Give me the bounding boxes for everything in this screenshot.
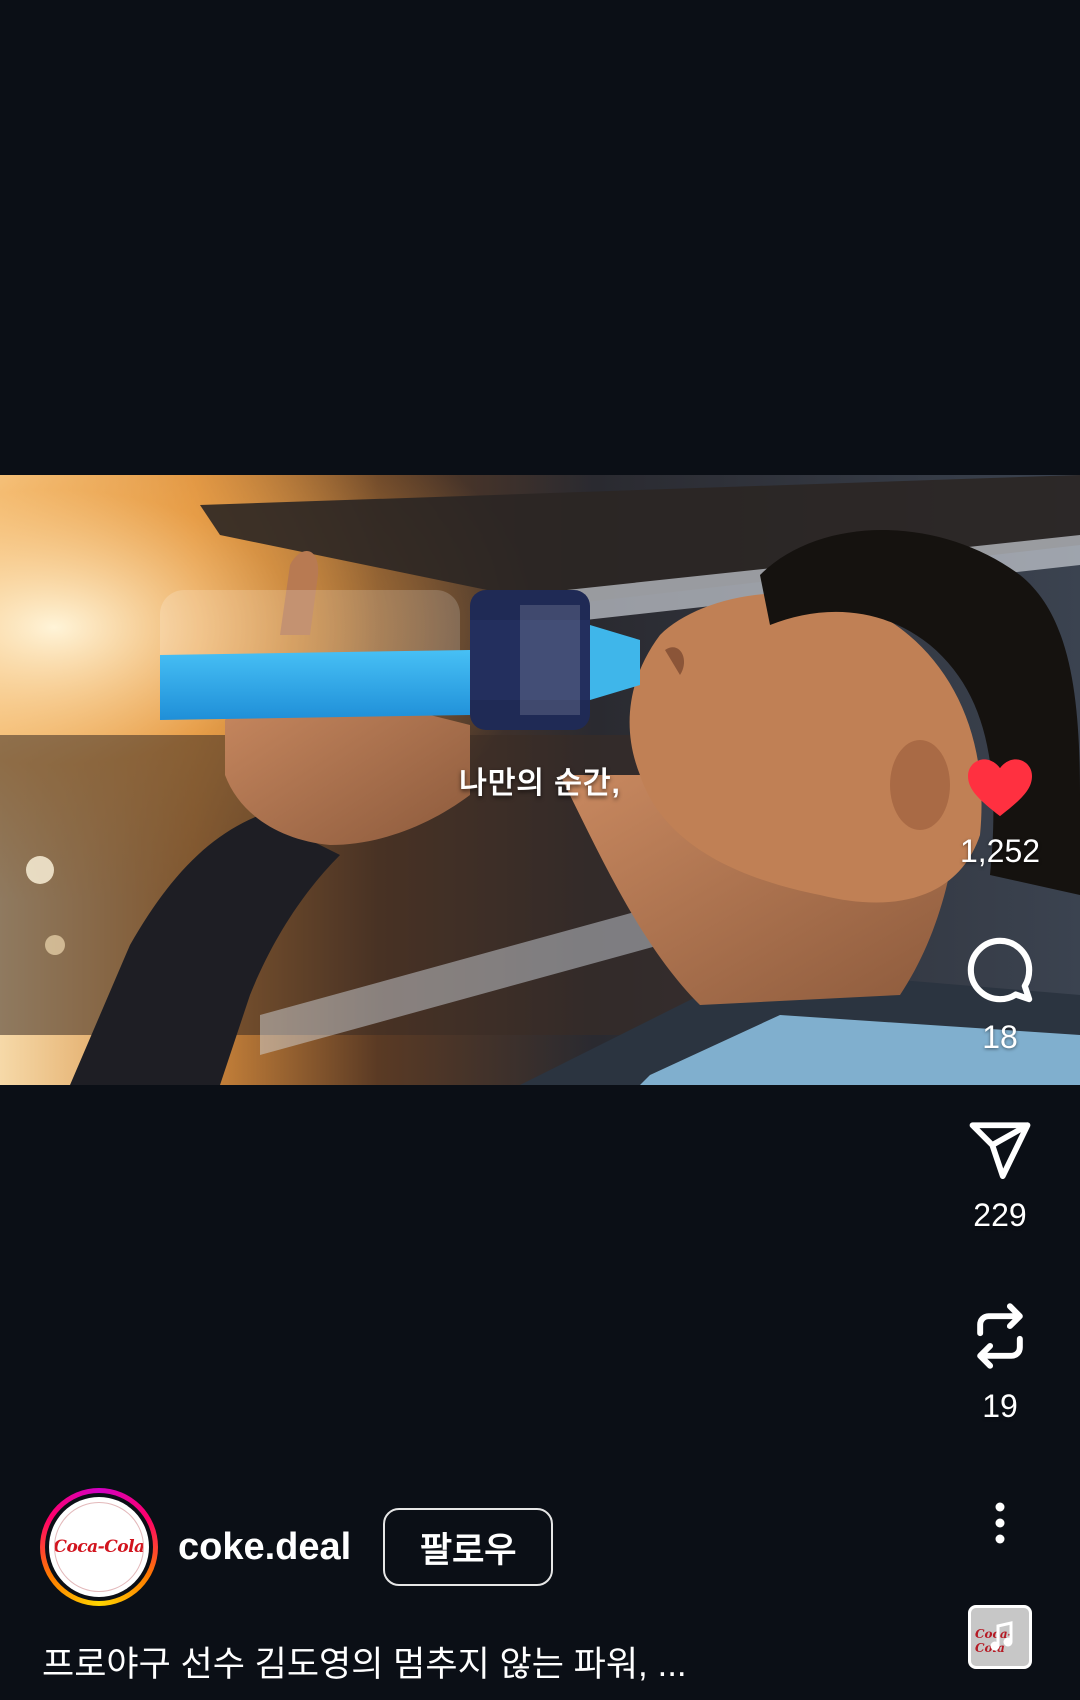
paper-plane-icon[interactable] (965, 1117, 1035, 1183)
video-subtitle: 나만의 순간, (459, 767, 621, 800)
author-row: Coca-Cola coke.deal 팔로우 (40, 1488, 554, 1606)
repost-count: 19 (982, 1388, 1018, 1424)
like-count: 1,252 (959, 833, 1041, 869)
comment-action[interactable]: 18 (940, 935, 1060, 1056)
avatar[interactable]: Coca-Cola (49, 1497, 149, 1597)
share-action[interactable]: 229 (940, 1117, 1060, 1234)
avatar-story-ring[interactable]: Coca-Cola (40, 1488, 158, 1606)
music-note-icon (990, 1621, 1013, 1651)
repost-action[interactable]: 19 (940, 1298, 1060, 1425)
more-vertical-icon[interactable] (994, 1501, 1006, 1545)
repost-arrows-icon[interactable] (966, 1298, 1034, 1374)
share-count: 229 (973, 1197, 1027, 1233)
author-username[interactable]: coke.deal (178, 1526, 351, 1569)
follow-button[interactable]: 팔로우 (383, 1508, 554, 1586)
post-caption[interactable]: 프로야구 선수 김도영의 멈추지 않는 파워, ... (42, 1636, 922, 1687)
heart-filled-icon[interactable] (964, 755, 1036, 819)
like-action[interactable]: 1,252 (940, 755, 1060, 870)
comment-bubble-icon[interactable] (965, 935, 1035, 1005)
comment-count: 18 (982, 1019, 1018, 1055)
audio-track-thumbnail[interactable]: Coca-Cola (968, 1605, 1032, 1669)
more-options-button[interactable] (970, 1495, 1030, 1551)
